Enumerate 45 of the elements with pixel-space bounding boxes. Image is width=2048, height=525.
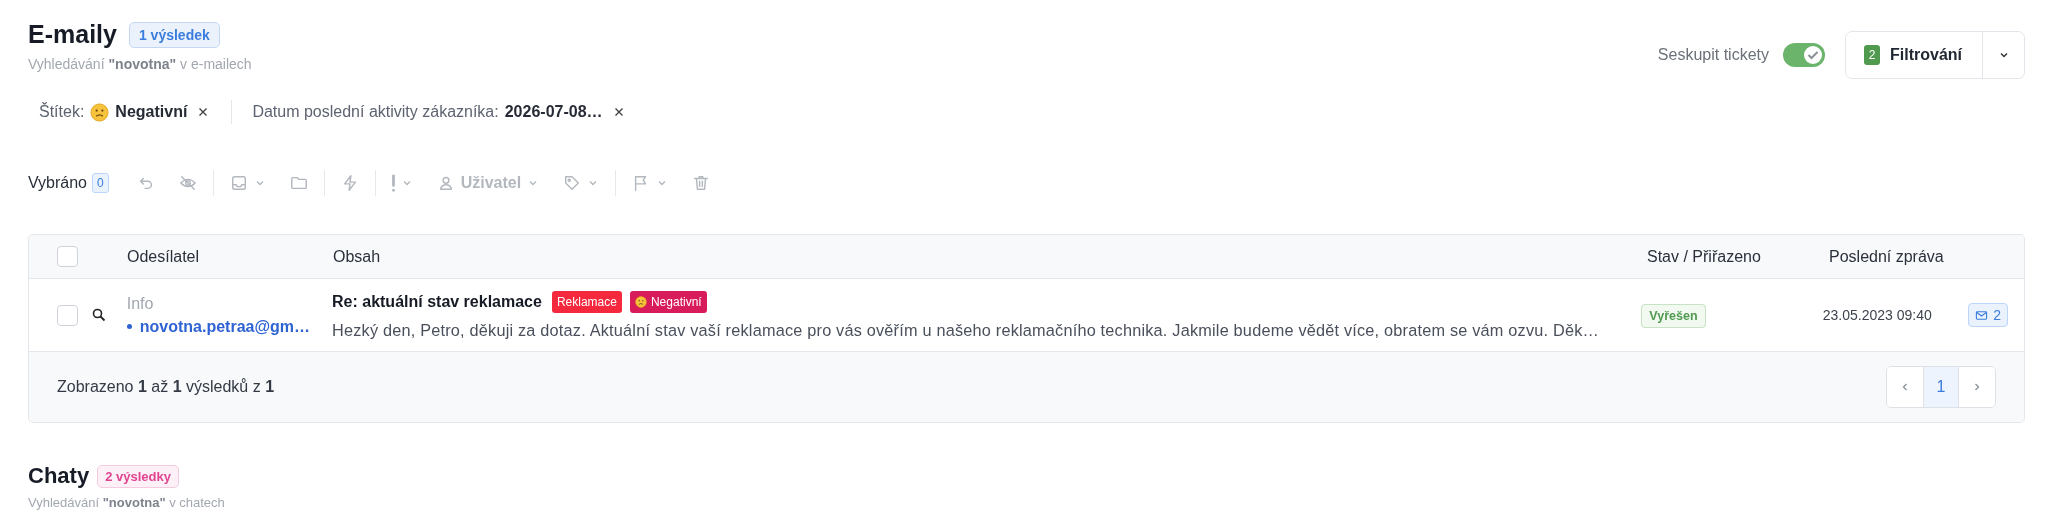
sender-email-link[interactable]: novotna.petraa@gm… [139,317,311,336]
column-header: Stav / Přiřazeno [1647,247,1762,266]
result-count-badge: 1 výsledek [128,21,220,48]
selected-count-badge: 0 [92,173,109,193]
folder-icon [289,174,308,192]
priority-icon [391,174,395,192]
column-header: Odesílatel [127,247,201,266]
sender-name: Info [126,294,155,313]
hide-icon [178,174,197,192]
toggle-label: Seskupit tickety [1657,46,1769,64]
tag-label: Negativní [629,290,707,313]
tag-icon [563,174,582,192]
next-page-button[interactable] [1959,367,1995,407]
page-button[interactable]: 1 [1923,367,1959,407]
filter-chip[interactable]: Štítek: Negativní [39,102,210,122]
section-title: Chaty [28,463,90,489]
message-count-badge[interactable]: 2 [1968,303,2008,327]
inbox-icon [229,174,248,192]
column-header: Obsah [333,247,382,266]
trash-icon [692,174,711,192]
previous-page-button[interactable] [1887,367,1923,407]
search-description: Vyhledávání "novotna" v e-mailech [28,56,252,72]
select-all-checkbox[interactable] [57,246,78,267]
close-icon [612,106,625,118]
search-icon[interactable] [92,308,106,322]
tag-label: Reklamace [551,290,622,313]
message-preview: Hezký den, Petro, děkuji za dotaz. Aktuální stav vaší reklamace pro vás ověřím u našeho reklamačního technika. Jakmile budeme vědět více, obratem se vám ozvu. Děk… [332,320,1600,340]
result-count-badge: 2 výsledky [97,464,179,488]
group-toggle[interactable] [1783,43,1825,67]
filter-chip[interactable]: Datum poslední aktivity zákazníka: 2026-07-08… [252,103,625,121]
bullet-icon [126,324,132,329]
filter-dropdown-button[interactable] [1982,32,2024,78]
sad-face-icon [634,295,647,308]
sad-face-icon [90,102,110,122]
envelope-icon [1975,308,1989,322]
message-subject[interactable]: Re: aktuální stav reklamace [332,292,542,311]
column-header: Poslední zpráva [1829,247,1945,266]
search-description: Vyhledávání "novotna" v chatech [28,495,226,510]
close-icon [197,106,210,118]
selected-label: Vybráno [28,174,87,192]
section-title: E-maily [28,20,117,49]
last-message-date: 23.05.2023 09:40 [1822,307,1933,323]
row-checkbox[interactable] [57,304,78,326]
status-badge: Vyřešen [1641,304,1706,328]
results-summary: Zobrazeno 1 až 1 výsledků z 1 [57,378,275,396]
